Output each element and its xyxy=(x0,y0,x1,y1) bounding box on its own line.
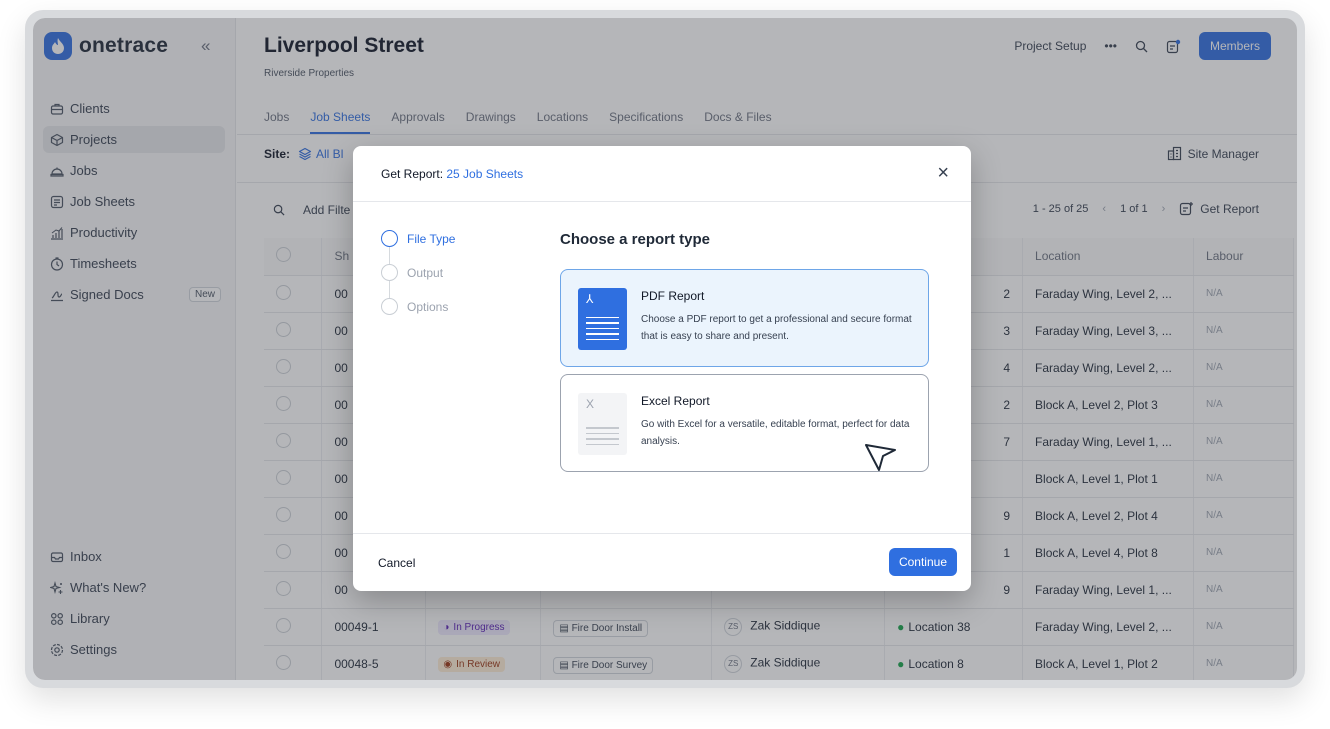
app-frame: onetrace « Clients Projects Jobs Job She… xyxy=(25,10,1305,688)
option-title: Excel Report xyxy=(641,394,710,408)
cursor-pointer-icon xyxy=(865,444,896,471)
modal-header: Get Report: 25 Job Sheets × xyxy=(353,146,971,202)
close-icon[interactable]: × xyxy=(937,162,949,185)
report-type-heading: Choose a report type xyxy=(560,231,711,248)
option-description: Choose a PDF report to get a professiona… xyxy=(641,314,912,342)
option-title: PDF Report xyxy=(641,289,705,303)
modal-title: Get Report: 25 Job Sheets xyxy=(381,167,524,181)
step-output[interactable]: Output xyxy=(381,264,455,281)
step-connector xyxy=(389,281,390,298)
get-report-modal: Get Report: 25 Job Sheets × File Type Ou… xyxy=(353,146,971,591)
step-indicator xyxy=(381,298,398,315)
job-sheet-count: 25 Job Sheets xyxy=(446,167,524,181)
report-steps: File Type Output Options xyxy=(381,230,455,315)
continue-button[interactable]: Continue xyxy=(888,548,957,576)
modal-footer: Cancel Continue xyxy=(353,533,971,591)
step-file-type[interactable]: File Type xyxy=(381,230,455,247)
step-indicator xyxy=(381,230,398,247)
pdf-file-icon: ⅄ xyxy=(578,288,627,350)
step-options[interactable]: Options xyxy=(381,298,455,315)
pdf-report-option[interactable]: ⅄ PDF Report Choose a PDF report to get … xyxy=(560,269,929,367)
excel-file-icon: X xyxy=(578,393,627,455)
app-window: onetrace « Clients Projects Jobs Job She… xyxy=(33,18,1297,680)
step-indicator xyxy=(381,264,398,281)
step-connector xyxy=(389,247,390,264)
cancel-button[interactable]: Cancel xyxy=(378,556,415,570)
